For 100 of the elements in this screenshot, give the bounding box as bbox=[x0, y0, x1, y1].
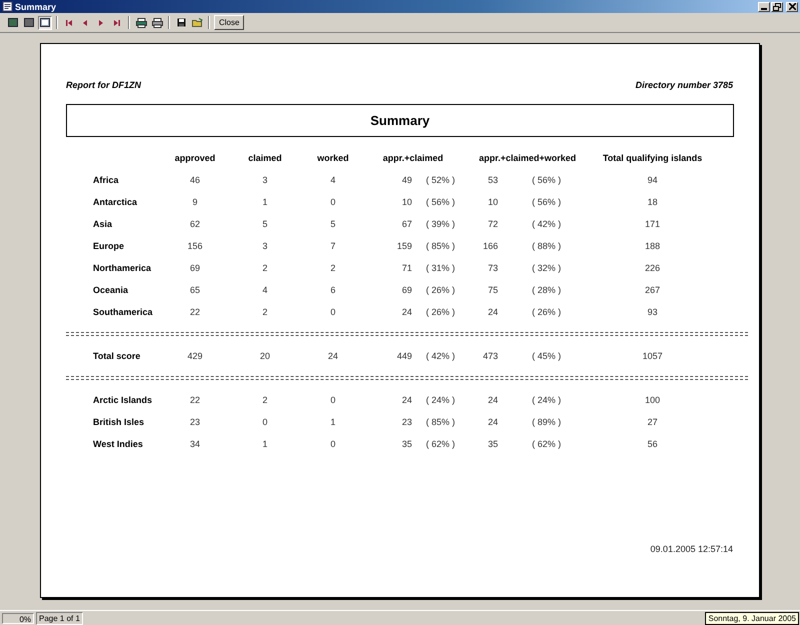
table-cell: 449 bbox=[396, 351, 412, 361]
row-label: Antarctica bbox=[92, 197, 138, 207]
table-cell: 6 bbox=[330, 285, 336, 295]
single-page-button[interactable] bbox=[6, 16, 20, 30]
table-cell-text: ( 62% ) bbox=[425, 439, 456, 449]
table-cell: 10 bbox=[488, 197, 498, 207]
table-cell-text: ( 52% ) bbox=[425, 175, 456, 185]
table-cell-text: ( 42% ) bbox=[531, 219, 562, 229]
table-cell: 49 bbox=[402, 175, 412, 185]
table-cell: 1 bbox=[262, 197, 268, 207]
row-label: Arctic Islands bbox=[92, 395, 152, 405]
table-cell-text: ( 26% ) bbox=[531, 307, 562, 317]
row-label: Northamerica bbox=[92, 263, 152, 273]
table-cell: 18 bbox=[647, 197, 658, 207]
table-cell-text: ( 89% ) bbox=[531, 417, 562, 427]
table-cell: 159 bbox=[396, 241, 412, 251]
report-owner: Report for DF1ZN bbox=[66, 80, 141, 90]
table-cell: 4 bbox=[262, 285, 268, 295]
table-cell-text: ( 62% ) bbox=[531, 439, 562, 449]
table-cell-text: ( 39% ) bbox=[425, 219, 456, 229]
table-cell-text: ( 24% ) bbox=[531, 395, 562, 405]
table-cell: 69 bbox=[402, 285, 412, 295]
table-cell: 10 bbox=[402, 197, 412, 207]
progress-text: 0% bbox=[2, 612, 34, 624]
table-cell: 34 bbox=[190, 439, 200, 449]
table-cell: 24 bbox=[488, 395, 498, 405]
table-cell: 9 bbox=[192, 197, 198, 207]
table-cell: 5 bbox=[262, 219, 268, 229]
table-cell: 2 bbox=[262, 307, 268, 317]
table-cell: 35 bbox=[402, 439, 412, 449]
table-cell: 171 bbox=[644, 219, 660, 229]
directory-number: Directory number 3785 bbox=[635, 80, 733, 90]
table-cell: 156 bbox=[187, 241, 203, 251]
table-cell: 1 bbox=[262, 439, 268, 449]
table-cell: 94 bbox=[647, 175, 658, 185]
table-cell: 0 bbox=[330, 395, 336, 405]
print-setup-button[interactable] bbox=[134, 16, 148, 30]
table-cell-text: ( 56% ) bbox=[531, 175, 562, 185]
table-cell: 0 bbox=[262, 417, 268, 427]
column-header: Total qualifying islands bbox=[602, 153, 702, 163]
table-cell: 72 bbox=[488, 219, 498, 229]
minimize-button[interactable] bbox=[758, 2, 770, 12]
window-title: Summary bbox=[15, 2, 58, 12]
report-timestamp: 09.01.2005 12:57:14 bbox=[650, 544, 733, 554]
table-cell: 65 bbox=[190, 285, 200, 295]
table-cell: 22 bbox=[190, 307, 200, 317]
table-cell: 93 bbox=[647, 307, 658, 317]
next-page-icon bbox=[97, 18, 105, 26]
row-label: West Indies bbox=[92, 439, 143, 449]
table-cell: 53 bbox=[488, 175, 498, 185]
close-button[interactable] bbox=[786, 2, 798, 12]
column-header: claimed bbox=[248, 153, 282, 163]
table-cell: 75 bbox=[488, 285, 498, 295]
table-cell: 3 bbox=[262, 175, 268, 185]
table-cell: 23 bbox=[402, 417, 412, 427]
table-cell: 7 bbox=[330, 241, 336, 251]
row-label: Africa bbox=[92, 175, 119, 185]
table-cell: 2 bbox=[262, 263, 268, 273]
open-folder-icon[interactable] bbox=[190, 16, 204, 30]
table-cell: 1 bbox=[330, 417, 336, 427]
row-label: Southamerica bbox=[92, 307, 153, 317]
table-cell: 3 bbox=[262, 241, 268, 251]
table-cell: 4 bbox=[330, 175, 336, 185]
table-cell: 473 bbox=[482, 351, 498, 361]
table-cell-text: ( 56% ) bbox=[531, 197, 562, 207]
table-cell: 24 bbox=[488, 307, 498, 317]
row-label: British Isles bbox=[92, 417, 144, 427]
table-cell-text: ( 26% ) bbox=[425, 285, 456, 295]
document-icon bbox=[2, 1, 13, 12]
page-width-button[interactable] bbox=[38, 16, 52, 30]
print-icon[interactable] bbox=[150, 16, 164, 30]
table-cell: 35 bbox=[488, 439, 498, 449]
table-cell-text: ( 56% ) bbox=[425, 197, 456, 207]
column-header: approved bbox=[174, 153, 216, 163]
row-label: Asia bbox=[92, 219, 112, 229]
table-cell: 24 bbox=[402, 307, 412, 317]
table-cell: 166 bbox=[482, 241, 498, 251]
column-header: appr.+claimed bbox=[382, 153, 444, 163]
previous-page-icon bbox=[81, 18, 89, 26]
table-cell: 46 bbox=[190, 175, 200, 185]
restore-button[interactable] bbox=[771, 2, 783, 12]
table-cell: 5 bbox=[330, 219, 336, 229]
table-cell: 24 bbox=[488, 417, 498, 427]
table-cell-text: ( 85% ) bbox=[425, 417, 456, 427]
table-cell: 2 bbox=[262, 395, 268, 405]
table-cell: 0 bbox=[330, 307, 336, 317]
table-cell-text: ( 88% ) bbox=[531, 241, 562, 251]
two-page-button[interactable] bbox=[22, 16, 36, 30]
table-cell: 69 bbox=[190, 263, 200, 273]
row-label: Europe bbox=[92, 241, 124, 251]
table-cell: 73 bbox=[488, 263, 498, 273]
table-cell-text: ( 24% ) bbox=[425, 395, 456, 405]
report-title: Summary bbox=[370, 113, 430, 128]
table-cell: 100 bbox=[644, 395, 660, 405]
close-button[interactable]: Close bbox=[214, 15, 244, 30]
column-header: worked bbox=[317, 153, 349, 163]
table-cell: 27 bbox=[647, 417, 658, 427]
table-cell: 24 bbox=[328, 351, 338, 361]
first-page-icon bbox=[65, 18, 73, 26]
table-cell-text: ( 42% ) bbox=[425, 351, 456, 361]
